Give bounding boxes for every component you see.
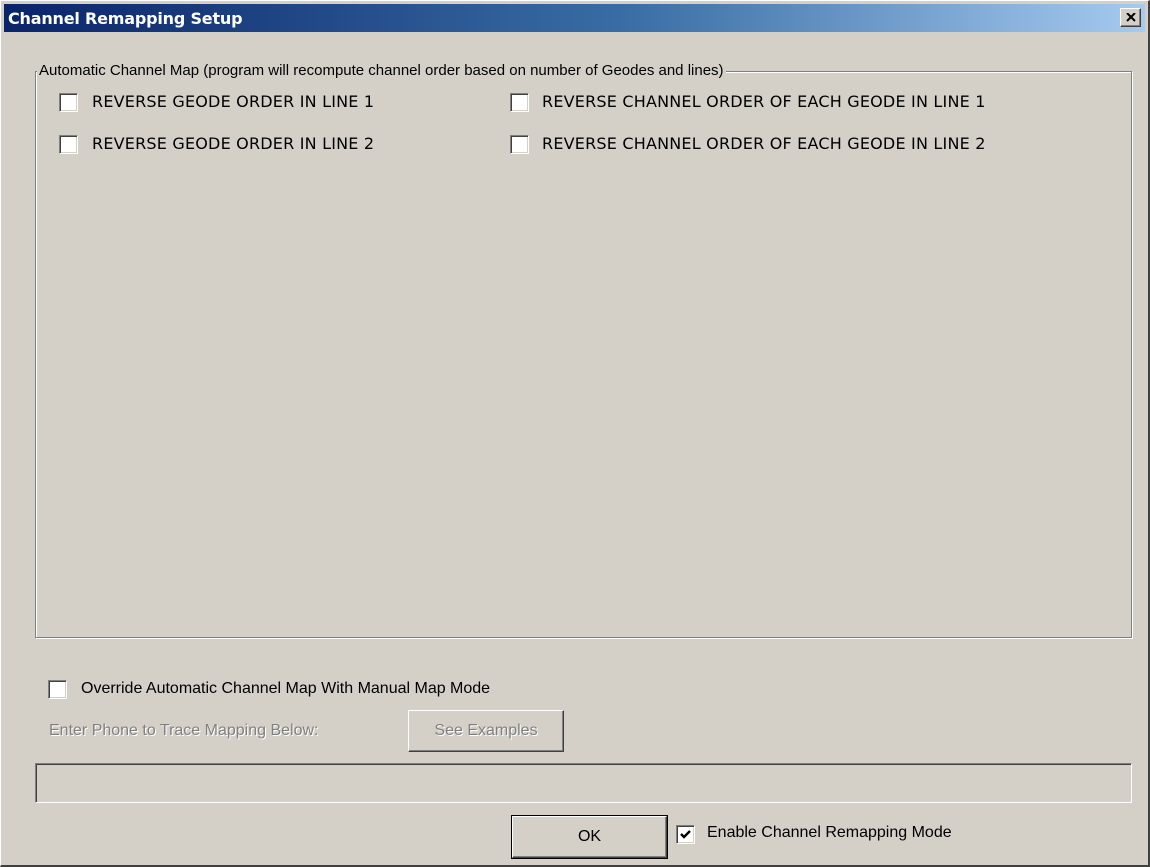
- see-examples-button[interactable]: See Examples: [408, 710, 564, 752]
- close-button[interactable]: [1120, 8, 1141, 27]
- automatic-map-group-label: Automatic Channel Map (program will reco…: [37, 62, 726, 80]
- dialog-window: Channel Remapping Setup Automatic Channe…: [0, 0, 1150, 867]
- window-title: Channel Remapping Setup: [8, 9, 243, 28]
- enable-remapping-label: Enable Channel Remapping Mode: [707, 824, 952, 841]
- see-examples-label: See Examples: [434, 722, 538, 739]
- override-manual-map-label: Override Automatic Channel Map With Manu…: [81, 680, 491, 697]
- reverse-channel-line2-checkbox[interactable]: [510, 135, 529, 154]
- checkmark-icon: [680, 830, 691, 839]
- reverse-channel-line1-label: REVERSE CHANNEL ORDER OF EACH GEODE IN L…: [542, 92, 986, 111]
- ok-label: OK: [577, 828, 602, 845]
- automatic-map-group: [35, 71, 1132, 638]
- enter-mapping-label: Enter Phone to Trace Mapping Below:: [49, 722, 319, 739]
- enable-remapping-checkbox[interactable]: [676, 825, 695, 844]
- reverse-geode-line1-label: REVERSE GEODE ORDER IN LINE 1: [92, 92, 375, 111]
- reverse-geode-line2-checkbox[interactable]: [59, 135, 78, 154]
- title-bar[interactable]: Channel Remapping Setup: [4, 4, 1145, 32]
- reverse-channel-line2-label: REVERSE CHANNEL ORDER OF EACH GEODE IN L…: [542, 134, 986, 153]
- reverse-geode-line2-label: REVERSE GEODE ORDER IN LINE 2: [92, 134, 375, 153]
- close-icon: [1126, 13, 1136, 22]
- override-manual-map-checkbox[interactable]: [48, 680, 67, 699]
- reverse-channel-line1-checkbox[interactable]: [510, 93, 529, 112]
- reverse-geode-line1-checkbox[interactable]: [59, 93, 78, 112]
- ok-button[interactable]: OK: [511, 815, 668, 859]
- mapping-input[interactable]: [35, 763, 1132, 803]
